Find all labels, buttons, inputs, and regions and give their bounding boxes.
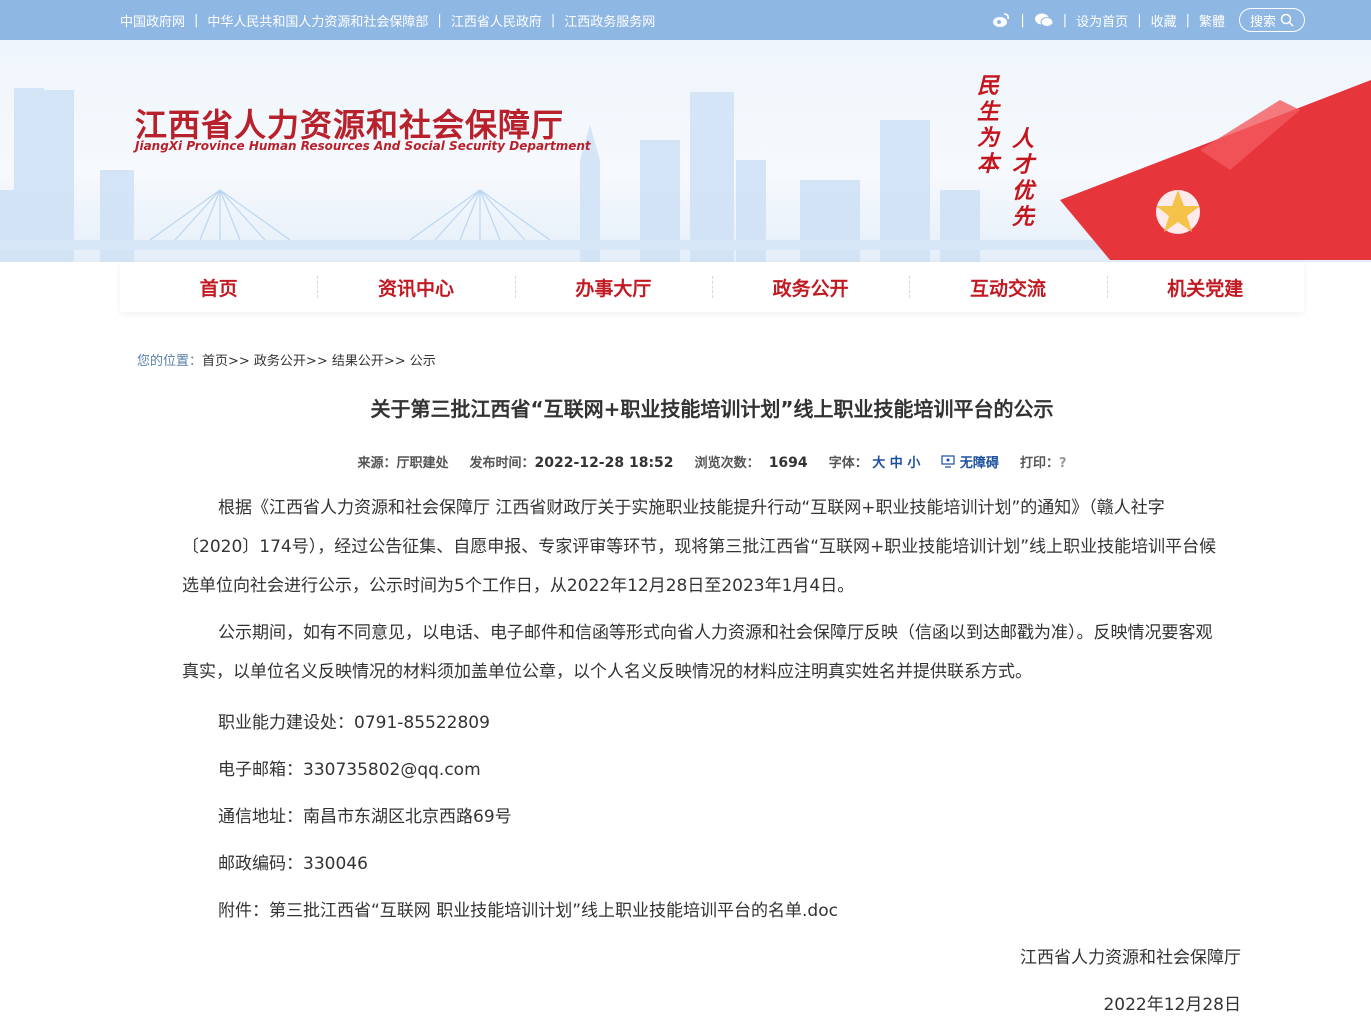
print-icon[interactable]: ? bbox=[1059, 456, 1067, 471]
nav-home[interactable]: 首页 bbox=[120, 262, 317, 312]
breadcrumb-path[interactable]: 首页>> 政务公开>> 结果公开>> 公示 bbox=[202, 354, 436, 369]
search-label: 搜索 bbox=[1249, 14, 1276, 30]
divider: | bbox=[1137, 12, 1142, 28]
traditional-chinese-link[interactable]: 繁體 bbox=[1199, 11, 1225, 30]
attachment: 附件：第三批江西省“互联网 职业技能培训计划”线上职业技能培训平台的名单.doc bbox=[218, 896, 838, 921]
view-count: 1694 bbox=[768, 455, 808, 471]
nav-news[interactable]: 资讯中心 bbox=[317, 262, 514, 312]
article-title: 关于第三批江西省“互联网+职业技能培训计划”线上职业技能培训平台的公示 bbox=[370, 397, 1054, 421]
divider: | bbox=[1062, 12, 1068, 28]
divider: | bbox=[1020, 12, 1025, 28]
print-label: 打印： bbox=[1020, 456, 1060, 471]
source-value: 厅职建处 bbox=[396, 456, 449, 471]
wechat-icon[interactable] bbox=[1034, 10, 1054, 30]
contact-email: 电子邮箱：330735802@qq.com bbox=[218, 760, 481, 780]
search-icon bbox=[1280, 13, 1294, 27]
top-bar: 中国政府网 | 中华人民共和国人力资源和社会保障部 | 江西省人民政府 | 江西… bbox=[0, 0, 1371, 40]
font-size-label: 字体： bbox=[828, 456, 868, 471]
top-link-jxzwfw[interactable]: 江西政务服务网 bbox=[564, 11, 655, 30]
nav-services[interactable]: 办事大厅 bbox=[514, 262, 712, 312]
slogan-left: 民生为本 bbox=[976, 73, 999, 177]
signature-org: 江西省人力资源和社会保障厅 bbox=[1020, 948, 1241, 968]
divider: | bbox=[437, 12, 442, 28]
article-meta: 来源：厅职建处 发布时间：2022-12-28 18:52 浏览次数： 1694… bbox=[120, 452, 1304, 471]
set-homepage-link[interactable]: 设为首页 bbox=[1076, 11, 1128, 30]
accessibility-icon[interactable] bbox=[941, 455, 955, 468]
weibo-icon[interactable] bbox=[991, 10, 1011, 30]
header-banner: 江西省人力资源和社会保障厅 JiangXi Province Human Res… bbox=[0, 40, 1371, 262]
accessibility-link[interactable]: 无障碍 bbox=[960, 456, 999, 471]
nav-gov-affairs[interactable]: 政务公开 bbox=[711, 262, 909, 312]
slogan-right: 人才优先 bbox=[1011, 126, 1034, 230]
contact-phone: 职业能力建设处：0791-85522809 bbox=[218, 713, 490, 733]
attachment-label: 附件： bbox=[218, 901, 269, 921]
main-nav: 首页 资讯中心 办事大厅 政务公开 互动交流 机关党建 bbox=[120, 262, 1304, 312]
top-link-jxgov[interactable]: 江西省人民政府 bbox=[451, 11, 542, 30]
attachment-link[interactable]: 第三批江西省“互联网 职业技能培训计划”线上职业技能培训平台的名单.doc bbox=[269, 901, 838, 921]
search-button[interactable]: 搜索 bbox=[1239, 8, 1305, 32]
font-size-options[interactable]: 大 中 小 bbox=[872, 456, 920, 471]
publish-time: 2022-12-28 18:52 bbox=[534, 455, 674, 471]
article-paragraph-2: 公示期间，如有不同意见，以电话、电子邮件和信函等形式向省人力资源和社会保障厅反映… bbox=[182, 623, 1213, 682]
signature-date: 2022年12月28日 bbox=[1103, 995, 1241, 1015]
nav-interaction[interactable]: 互动交流 bbox=[909, 262, 1106, 312]
source-label: 来源： bbox=[357, 456, 397, 471]
article-paragraph-1: 根据《江西省人力资源和社会保障厅 江西省财政厅关于实施职业技能提升行动“互联网+… bbox=[182, 498, 1217, 596]
top-link-gov[interactable]: 中国政府网 bbox=[120, 11, 185, 30]
top-link-mohrss[interactable]: 中华人民共和国人力资源和社会保障部 bbox=[207, 11, 428, 30]
divider: | bbox=[1185, 12, 1190, 28]
divider: | bbox=[194, 12, 199, 28]
top-tools: | | 设为首页 | 收藏 | 繁體 搜索 bbox=[991, 0, 1305, 40]
contact-address: 通信地址：南昌市东湖区北京西路69号 bbox=[218, 807, 512, 827]
top-links: 中国政府网 | 中华人民共和国人力资源和社会保障部 | 江西省人民政府 | 江西… bbox=[120, 0, 655, 40]
nav-party[interactable]: 机关党建 bbox=[1106, 262, 1304, 312]
favorite-link[interactable]: 收藏 bbox=[1151, 11, 1177, 30]
divider: | bbox=[550, 12, 556, 28]
site-subtitle: JiangXi Province Human Resources And Soc… bbox=[135, 139, 591, 153]
views-label: 浏览次数： bbox=[694, 456, 760, 471]
breadcrumb: 您的位置：首页>> 政务公开>> 结果公开>> 公示 bbox=[137, 350, 436, 369]
time-label: 发布时间： bbox=[469, 456, 535, 471]
breadcrumb-label: 您的位置： bbox=[137, 354, 203, 369]
contact-postcode: 邮政编码：330046 bbox=[218, 854, 368, 874]
